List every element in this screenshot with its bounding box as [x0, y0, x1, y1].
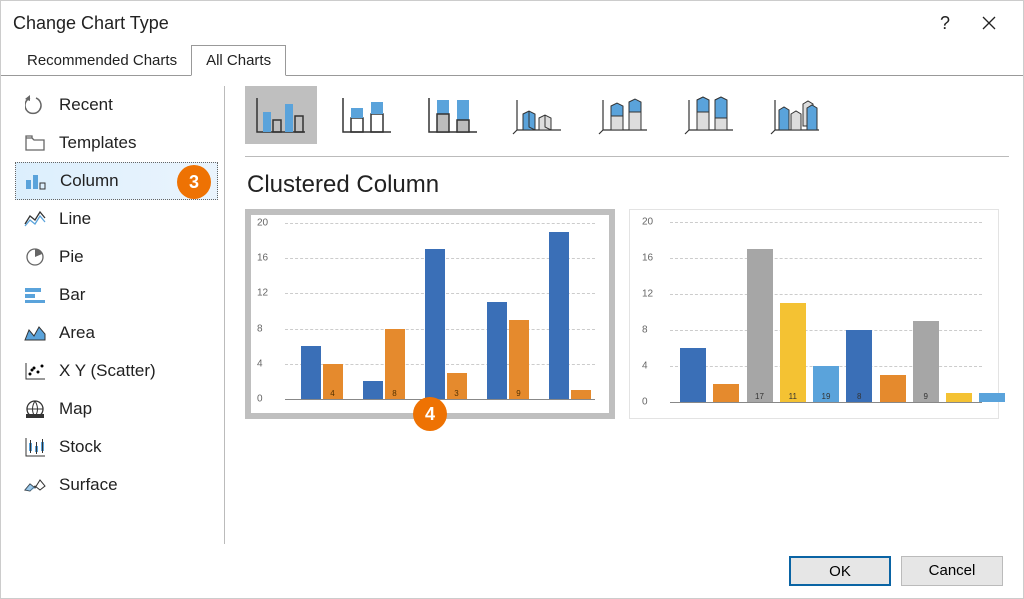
area-chart-icon: [21, 324, 49, 342]
stacked100-column-icon: [425, 94, 481, 136]
tabs: Recommended Charts All Charts: [1, 45, 1023, 76]
column-chart-icon: [22, 172, 50, 190]
sidebar-item-map[interactable]: Map: [15, 390, 218, 428]
threed-clustered-icon: [511, 94, 567, 136]
sidebar-item-label: Bar: [59, 285, 85, 305]
folder-icon: [21, 135, 49, 151]
help-button[interactable]: ?: [923, 1, 967, 45]
preview-chart-2[interactable]: 04812162017111989: [629, 209, 999, 419]
titlebar: Change Chart Type ?: [1, 1, 1023, 45]
sidebar-item-recent[interactable]: Recent: [15, 86, 218, 124]
cancel-button[interactable]: Cancel: [901, 556, 1003, 586]
change-chart-type-dialog: Change Chart Type ? Recommended Charts A…: [0, 0, 1024, 599]
sidebar-item-label: Recent: [59, 95, 113, 115]
subtype-stacked100-column[interactable]: [417, 86, 489, 144]
sidebar-item-label: Templates: [59, 133, 136, 153]
sidebar-item-label: X Y (Scatter): [59, 361, 156, 381]
preview-row: 0481216204839 4 04812162017111989: [245, 209, 1009, 419]
scatter-chart-icon: [21, 362, 49, 380]
stock-chart-icon: [21, 437, 49, 457]
clustered-column-icon: [253, 94, 309, 136]
subtype-row: [245, 86, 1009, 157]
sidebar-item-label: Column: [60, 171, 119, 191]
close-icon: [982, 16, 996, 30]
sidebar-item-scatter[interactable]: X Y (Scatter): [15, 352, 218, 390]
sidebar-item-templates[interactable]: Templates: [15, 124, 218, 162]
bar-chart-icon: [21, 286, 49, 304]
close-button[interactable]: [967, 1, 1011, 45]
subtype-3d-clustered-column[interactable]: [503, 86, 575, 144]
subtype-3d-column[interactable]: [761, 86, 833, 144]
sidebar-item-label: Map: [59, 399, 92, 419]
subtype-3d-stacked-column[interactable]: [589, 86, 661, 144]
sidebar-item-area[interactable]: Area: [15, 314, 218, 352]
threed-stacked100-icon: [683, 94, 739, 136]
dialog-body: Recent Templates Column 3 Line Pie Ba: [1, 76, 1023, 544]
category-sidebar: Recent Templates Column 3 Line Pie Ba: [15, 86, 225, 544]
surface-chart-icon: [21, 476, 49, 494]
dialog-title: Change Chart Type: [13, 13, 923, 34]
sidebar-item-label: Stock: [59, 437, 102, 457]
sidebar-item-stock[interactable]: Stock: [15, 428, 218, 466]
sidebar-item-label: Surface: [59, 475, 118, 495]
main-panel: Clustered Column 0481216204839 4 0481216…: [225, 86, 1009, 544]
subtype-clustered-column[interactable]: [245, 86, 317, 144]
sidebar-item-label: Line: [59, 209, 91, 229]
sidebar-item-label: Area: [59, 323, 95, 343]
sidebar-item-line[interactable]: Line: [15, 200, 218, 238]
tab-recommended[interactable]: Recommended Charts: [13, 46, 191, 75]
map-chart-icon: [21, 399, 49, 419]
sidebar-item-label: Pie: [59, 247, 84, 267]
subtype-stacked-column[interactable]: [331, 86, 403, 144]
annotation-badge-4: 4: [413, 397, 447, 431]
stacked-column-icon: [339, 94, 395, 136]
sidebar-item-bar[interactable]: Bar: [15, 276, 218, 314]
selected-subtype-title: Clustered Column: [247, 171, 1009, 199]
threed-column-icon: [769, 94, 825, 136]
sidebar-item-column[interactable]: Column 3: [15, 162, 218, 200]
dialog-footer: OK Cancel: [1, 544, 1023, 598]
preview-chart-1[interactable]: 0481216204839 4: [245, 209, 615, 419]
tab-all-charts[interactable]: All Charts: [191, 45, 286, 76]
line-chart-icon: [21, 210, 49, 228]
pie-chart-icon: [21, 247, 49, 267]
ok-button[interactable]: OK: [789, 556, 891, 586]
recent-icon: [21, 95, 49, 115]
subtype-3d-stacked100-column[interactable]: [675, 86, 747, 144]
annotation-badge-3: 3: [177, 165, 211, 199]
threed-stacked-icon: [597, 94, 653, 136]
sidebar-item-pie[interactable]: Pie: [15, 238, 218, 276]
sidebar-item-surface[interactable]: Surface: [15, 466, 218, 504]
